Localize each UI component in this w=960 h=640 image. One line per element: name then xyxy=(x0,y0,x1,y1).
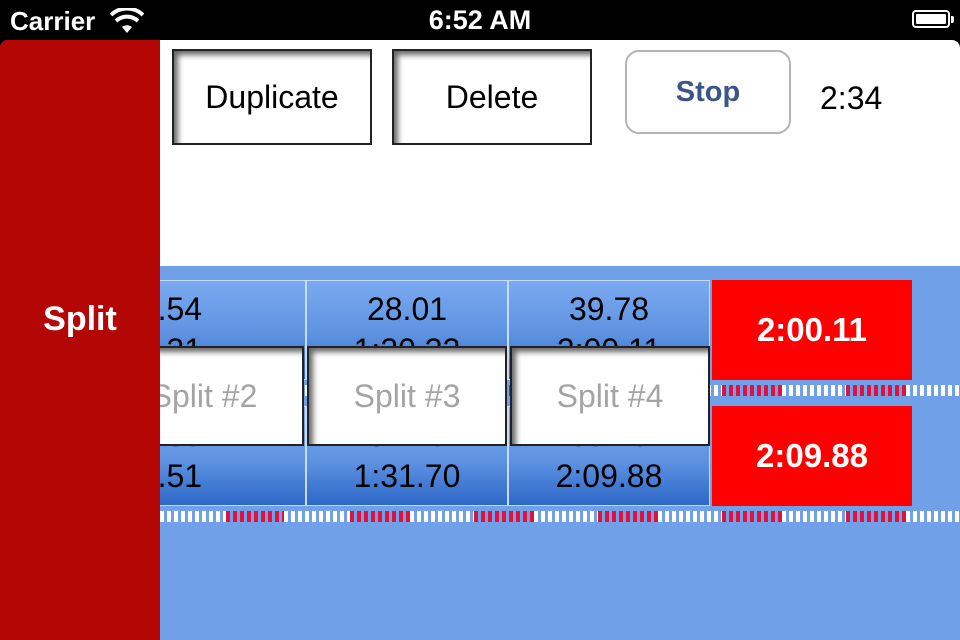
cumulative-time: 54.51 xyxy=(160,458,203,494)
split-tab-3[interactable]: Split #3 xyxy=(307,346,507,446)
duplicate-button[interactable]: Duplicate xyxy=(172,49,372,145)
status-bar: Carrier 6:52 AM xyxy=(0,0,960,40)
stop-button[interactable]: Stop xyxy=(625,50,791,134)
split-tab-2[interactable]: Split #2 xyxy=(104,346,304,446)
total-time-cell[interactable]: 2:09.88 xyxy=(712,406,912,506)
cumulative-time: 2:09.88 xyxy=(555,458,663,494)
split-sidebar[interactable]: Split xyxy=(0,40,160,640)
cumulative-time: 1:31.70 xyxy=(353,458,461,494)
sidebar-label: Split xyxy=(43,300,117,338)
clock: 6:52 AM xyxy=(428,5,532,35)
split-time: 28.01 xyxy=(366,291,448,327)
split-grid: 28.54 52.31 28.01 1:20.33 39.78 2:00.11 … xyxy=(160,266,960,640)
split-time: 28.54 xyxy=(160,291,203,327)
stripe-divider xyxy=(160,508,960,522)
total-time-cell[interactable]: 2:00.11 xyxy=(712,280,912,380)
battery-icon xyxy=(912,10,954,28)
elapsed-time: 2:34 xyxy=(820,80,883,116)
delete-button[interactable]: Delete xyxy=(392,49,592,145)
app-window: Split Duplicate Delete Stop 2:34 28.54 5… xyxy=(0,40,960,640)
split-time: 39.78 xyxy=(568,291,650,327)
split-tab-4[interactable]: Split #4 xyxy=(510,346,710,446)
